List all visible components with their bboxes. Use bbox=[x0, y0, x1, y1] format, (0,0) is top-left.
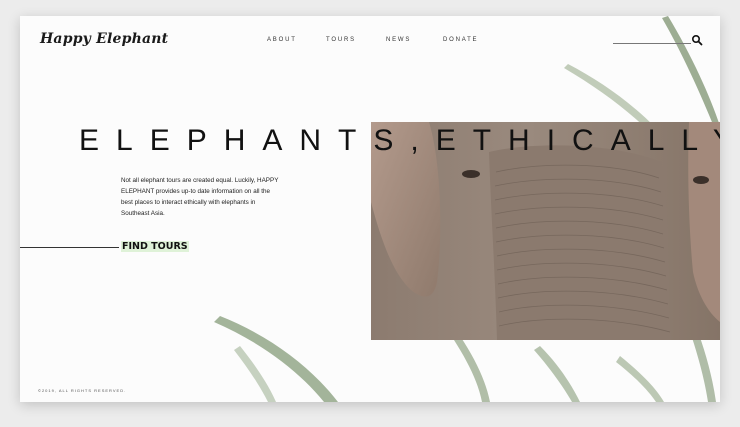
search-input[interactable] bbox=[613, 43, 691, 44]
nav-item-about[interactable]: ABOUT bbox=[267, 37, 297, 43]
find-tours-button[interactable]: FIND TOURS bbox=[121, 241, 189, 252]
copyright-text: ©2019, ALL RIGHTS RESERVED. bbox=[38, 388, 127, 393]
search-icon[interactable] bbox=[691, 34, 703, 46]
nav-item-donate[interactable]: DONATE bbox=[443, 37, 478, 43]
cta-divider-line bbox=[20, 247, 119, 248]
nav-item-news[interactable]: NEWS bbox=[386, 37, 411, 43]
intro-text: Not all elephant tours are created equal… bbox=[121, 177, 279, 217]
nav-item-tours[interactable]: TOURS bbox=[326, 37, 356, 43]
landing-page: Happy Elephant ABOUT TOURS NEWS DONATE E… bbox=[20, 16, 720, 402]
hero-title: ELEPHANTS,ETHICALLY. bbox=[79, 124, 720, 158]
